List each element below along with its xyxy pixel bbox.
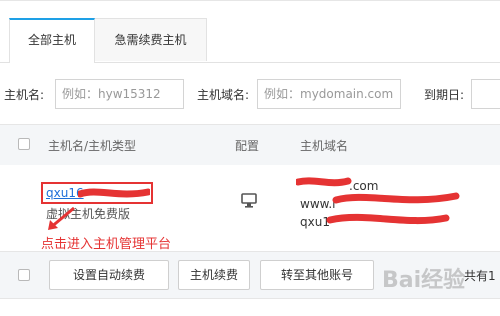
select-all-checkbox[interactable] (18, 138, 30, 150)
top-divider (0, 0, 500, 1)
auto-renew-button[interactable]: 设置自动续费 (49, 260, 169, 290)
host-name-input[interactable] (55, 79, 184, 109)
highlight-box (41, 182, 153, 204)
tab-all-hosts[interactable]: 全部主机 (9, 18, 95, 63)
tab-bar: 全部主机 急需续费主机 (0, 18, 500, 63)
col-header-domain: 主机域名 (300, 139, 349, 153)
tab-urgent-renewal[interactable]: 急需续费主机 (95, 18, 207, 61)
expire-date-input[interactable] (471, 79, 500, 109)
domain-label: 主机域名: (197, 88, 250, 102)
total-count: 共有1 (464, 269, 496, 283)
watermark-logo: Bai经验 (382, 268, 466, 293)
filter-bar: 主机名: 主机域名: 到期日: (0, 77, 500, 111)
annotation-arrow-icon (48, 206, 75, 230)
transfer-button[interactable]: 转至其他账号 (260, 260, 374, 290)
table-header: 主机名/主机类型 配置 主机域名 (0, 124, 500, 166)
domain-redaction (296, 177, 460, 225)
expire-date-label: 到期日: (424, 88, 465, 102)
col-header-config: 配置 (235, 139, 260, 153)
footer-select-checkbox[interactable] (18, 269, 30, 281)
monitor-icon (241, 193, 257, 208)
col-header-name-type: 主机名/主机类型 (48, 139, 137, 153)
annotation-text: 点击进入主机管理平台 (41, 237, 172, 252)
renew-button[interactable]: 主机续费 (178, 260, 250, 290)
domain-input[interactable] (257, 79, 401, 109)
host-name-label: 主机名: (4, 88, 45, 102)
